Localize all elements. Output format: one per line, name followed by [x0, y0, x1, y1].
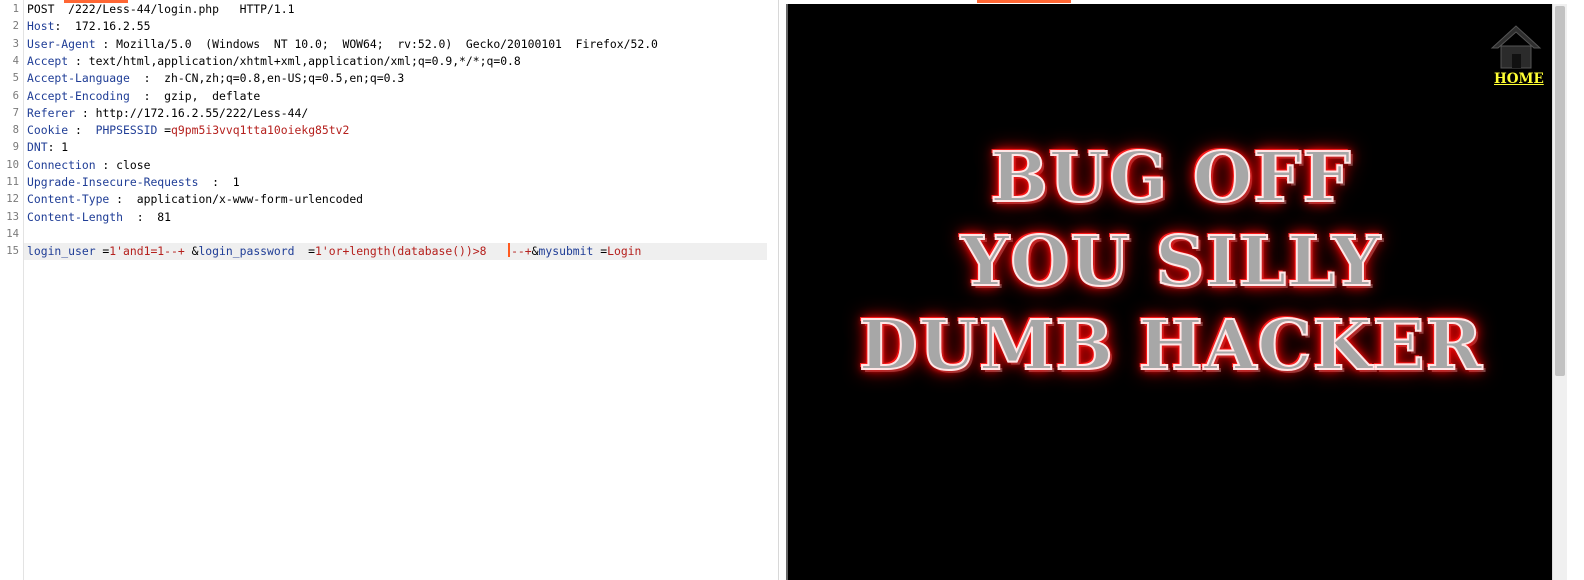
message-line-1: BUG OFF: [989, 137, 1352, 219]
response-tab-indicator: [977, 0, 1071, 3]
header-value: : gzip, deflate: [129, 88, 261, 103]
request-line[interactable]: 11 Upgrade-Insecure-Requests : 1: [0, 174, 778, 191]
line-code: Upgrade-Insecure-Requests : 1: [27, 174, 240, 191]
request-line[interactable]: 10 Connection : close: [0, 157, 778, 174]
line-code: Content-Length : 81: [27, 209, 171, 226]
line-number: 8: [12, 124, 19, 137]
message-line-2: YOU SILLY: [960, 221, 1382, 303]
request-line[interactable]: 7 Referer : http://172.16.2.55/222/Less-4…: [0, 105, 778, 122]
request-line[interactable]: 15 login_user =1'and1=1--+ &login_passwor…: [0, 243, 778, 261]
request-line[interactable]: 4 Accept : text/html,application/xhtml+xm…: [0, 53, 778, 70]
response-scrollbar[interactable]: [1552, 4, 1567, 580]
request-line[interactable]: 14: [0, 226, 778, 243]
header-name: Referer: [27, 105, 76, 120]
line-number: 11: [6, 176, 19, 188]
scrollbar-thumb[interactable]: [1555, 6, 1565, 376]
header-name: User-Agent: [27, 36, 96, 51]
header-value: =: [294, 244, 316, 259]
line-number: 10: [6, 158, 19, 171]
line-number: 1: [12, 3, 19, 15]
header-value: : text/html,application/xhtml+xml,applic…: [68, 53, 521, 68]
request-line[interactable]: 6 Accept-Encoding : gzip, deflate: [0, 88, 778, 105]
line-code: Connection : close: [27, 157, 150, 174]
message-line-3: DUMB HACKER: [858, 305, 1484, 387]
request-line[interactable]: 12 Content-Type : application/x-www-form-…: [0, 191, 778, 208]
line-code: login_user =1'and1=1--+ &login_password …: [27, 243, 641, 260]
line-code: User-Agent : Mozilla/5.0 (Windows NT 10.…: [27, 36, 658, 53]
header-value: : http://172.16.2.55/222/Less-44/: [75, 105, 309, 120]
request-line[interactable]: 8 Cookie : PHPSESSID =q9pm5i3vvq1tta10oie…: [0, 122, 778, 139]
home-icon[interactable]: [1488, 22, 1544, 70]
line-number: 13: [6, 210, 19, 223]
line-number: 3: [12, 37, 19, 50]
request-line[interactable]: 3 User-Agent : Mozilla/5.0 (Windows NT 10…: [0, 36, 778, 53]
line-code: Accept-Encoding : gzip, deflate: [27, 88, 260, 105]
header-value: &: [184, 244, 199, 259]
line-code: Accept-Language : zh-CN,zh;q=0.8,en-US;q…: [27, 70, 404, 87]
header-name: DNT: [27, 140, 48, 155]
param-value: --+: [511, 244, 532, 259]
line-number: 5: [12, 72, 19, 85]
header-value: =: [157, 123, 172, 138]
line-number: 15: [6, 245, 19, 258]
line-number: 2: [12, 20, 19, 33]
line-code: Accept : text/html,application/xhtml+xml…: [27, 53, 521, 70]
line-number: 6: [12, 89, 19, 102]
param-value: 1'and1=1--+: [109, 244, 185, 259]
line-number: 14: [6, 227, 19, 240]
request-line[interactable]: 2 Host: 172.16.2.55: [0, 18, 778, 35]
request-editor[interactable]: 1 POST /222/Less-44/login.php HTTP/1.1 2 Ho…: [0, 0, 778, 580]
request-line[interactable]: 13 Content-Length : 81: [0, 209, 778, 226]
request-line[interactable]: 5 Accept-Language : zh-CN,zh;q=0.8,en-US;…: [0, 70, 778, 87]
line-number: 9: [12, 141, 19, 154]
line-code: DNT: 1: [27, 139, 68, 156]
param-name: PHPSESSID: [95, 123, 158, 138]
param-name: login_password: [198, 244, 295, 259]
text-cursor: [508, 243, 511, 258]
header-value: : 172.16.2.55: [54, 19, 151, 34]
line-number: 4: [12, 54, 19, 67]
line-number: 7: [12, 106, 19, 119]
line-code: Referer : http://172.16.2.55/222/Less-44…: [27, 105, 308, 122]
line-code: Content-Type : application/x-www-form-ur…: [27, 191, 363, 208]
header-name: Cookie: [27, 123, 69, 138]
header-value: : close: [95, 157, 151, 172]
param-value: q9pm5i3vvq1tta10oiekg85tv2: [171, 123, 350, 138]
param-value: 1'or+length(database())>8: [315, 244, 487, 259]
line-number: 12: [6, 193, 19, 206]
header-value: : 81: [123, 209, 172, 224]
header-value: [487, 244, 508, 258]
header-value: : Mozilla/5.0 (Windows NT 10.0; WOW64; r…: [95, 36, 658, 51]
header-name: Accept: [27, 53, 69, 68]
param-name: mysubmit: [538, 244, 594, 259]
header-name: Content-Type: [27, 192, 110, 207]
line-code: Cookie : PHPSESSID =q9pm5i3vvq1tta10oiek…: [27, 122, 349, 139]
header-name: Accept-Encoding: [27, 88, 130, 103]
header-value: =: [593, 244, 608, 259]
header-value: &: [531, 244, 539, 259]
header-name: Content-Length: [27, 209, 124, 224]
header-value: =: [95, 244, 110, 259]
header-value: : 1: [47, 140, 69, 155]
request-line[interactable]: 9 DNT: 1: [0, 139, 778, 156]
header-value: : application/x-www-form-urlencoded: [109, 192, 364, 207]
header-name: Accept-Language: [27, 71, 130, 86]
request-line[interactable]: 1 POST /222/Less-44/login.php HTTP/1.1: [0, 1, 778, 18]
line-code: POST /222/Less-44/login.php HTTP/1.1: [27, 1, 294, 18]
param-name: login_user: [27, 244, 96, 259]
header-value: : 1: [198, 175, 240, 189]
header-value: : zh-CN,zh;q=0.8,en-US;q=0.5,en;q=0.3: [129, 71, 405, 86]
line-code: Host: 172.16.2.55: [27, 18, 150, 35]
header-value: :: [68, 123, 96, 138]
header-name: Upgrade-Insecure-Requests: [27, 175, 199, 189]
header-name: Host: [27, 19, 55, 34]
header-name: Connection: [27, 157, 96, 172]
response-render-view: HOME BUG OFF YOU SILLY DUMB HACKER: [786, 4, 1554, 580]
param-value: Login: [607, 244, 642, 259]
home-link[interactable]: HOME: [1494, 71, 1544, 87]
header-value: POST /222/Less-44/login.php HTTP/1.1: [27, 2, 295, 16]
